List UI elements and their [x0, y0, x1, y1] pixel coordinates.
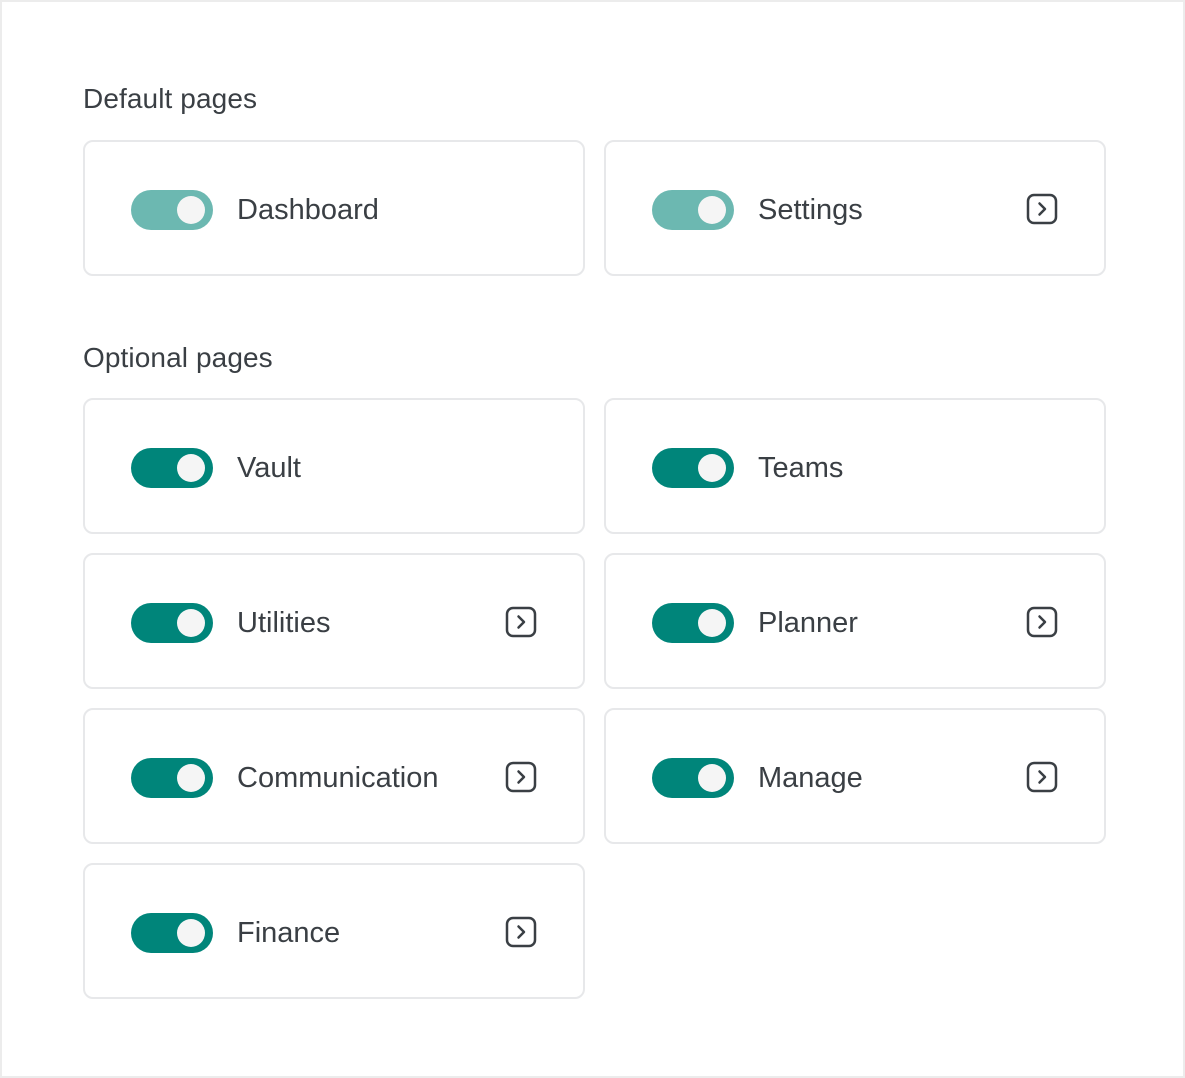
page-card-dashboard: Dashboard [83, 140, 585, 276]
chevron-right-square-icon[interactable] [505, 916, 537, 948]
toggle-knob [177, 609, 205, 637]
page-card-finance: Finance [83, 863, 585, 999]
teams-toggle[interactable] [652, 448, 734, 488]
toggle-knob [177, 454, 205, 482]
page-label-communication: Communication [237, 762, 439, 794]
chevron-right-square-icon[interactable] [1026, 761, 1058, 793]
chevron-right-square-icon[interactable] [1026, 606, 1058, 638]
communication-toggle[interactable] [131, 758, 213, 798]
default-pages-heading: Default pages [83, 83, 258, 114]
page-label-finance: Finance [237, 917, 341, 949]
page-label-teams: Teams [758, 452, 844, 484]
page-card-teams: Teams [604, 398, 1106, 534]
utilities-toggle[interactable] [131, 603, 213, 643]
page-card-planner: Planner [604, 553, 1106, 689]
page-label-dashboard: Dashboard [237, 194, 379, 226]
chevron-right-square-icon[interactable] [505, 761, 537, 793]
toggle-knob [698, 764, 726, 792]
page-card-settings: Settings [604, 140, 1106, 276]
vault-toggle[interactable] [131, 448, 213, 488]
chevron-right-square-icon[interactable] [1026, 193, 1058, 225]
page-label-planner: Planner [758, 607, 858, 639]
optional-pages-grid: Vault Teams Utilities Planner Communicat… [83, 398, 1106, 999]
page-label-manage: Manage [758, 762, 863, 794]
toggle-knob [698, 196, 726, 224]
page-settings-panel: Default pages Dashboard Settings Optiona… [0, 0, 1185, 1078]
toggle-knob [177, 919, 205, 947]
toggle-knob [177, 196, 205, 224]
finance-toggle[interactable] [131, 913, 213, 953]
page-card-manage: Manage [604, 708, 1106, 844]
planner-toggle[interactable] [652, 603, 734, 643]
page-card-communication: Communication [83, 708, 585, 844]
toggle-knob [177, 764, 205, 792]
manage-toggle[interactable] [652, 758, 734, 798]
chevron-right-square-icon[interactable] [505, 606, 537, 638]
page-card-vault: Vault [83, 398, 585, 534]
optional-pages-heading: Optional pages [83, 342, 273, 373]
default-pages-grid: Dashboard Settings [83, 140, 1106, 276]
page-label-vault: Vault [237, 452, 301, 484]
dashboard-toggle[interactable] [131, 190, 213, 230]
settings-toggle[interactable] [652, 190, 734, 230]
page-label-settings: Settings [758, 194, 863, 226]
toggle-knob [698, 609, 726, 637]
page-card-utilities: Utilities [83, 553, 585, 689]
toggle-knob [698, 454, 726, 482]
page-label-utilities: Utilities [237, 607, 331, 639]
